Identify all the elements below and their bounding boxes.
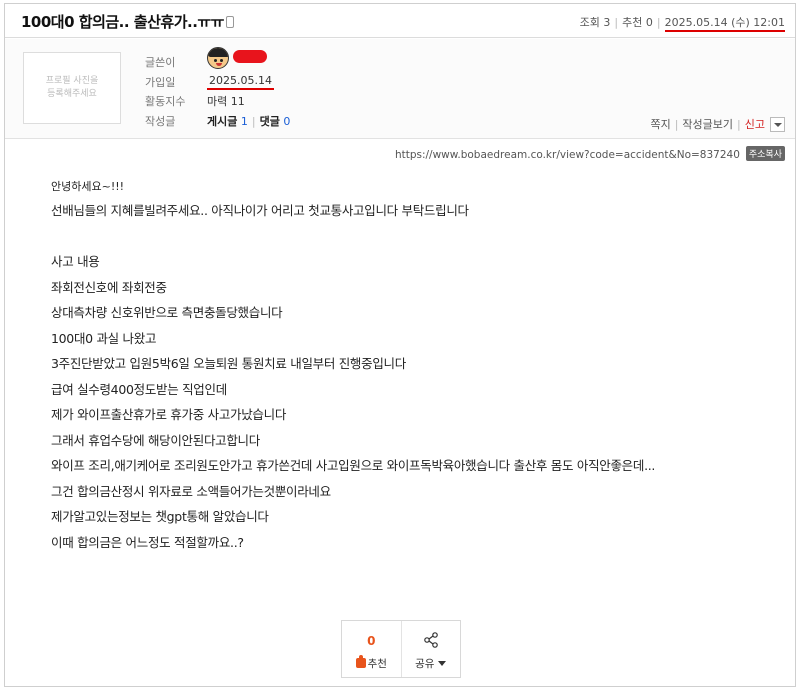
- meta-divider: |: [656, 16, 661, 29]
- body-line: 그래서 휴업수당에 해당이안된다고합니다: [51, 432, 260, 448]
- mobile-icon: [226, 16, 234, 28]
- share-button[interactable]: 공유: [400, 621, 461, 677]
- body-line: 100대0 과실 나왔고: [51, 330, 157, 346]
- body-line: 와이프 조리,애기케어로 조리원도안가고 휴가쓴건데 사고입원으로 와이프독박육…: [51, 458, 656, 473]
- posts-text[interactable]: 게시글: [207, 115, 237, 128]
- recommend-counter: 0: [367, 634, 376, 648]
- actions-divider: |: [674, 117, 679, 131]
- recommend-button[interactable]: 0 추천: [342, 621, 401, 677]
- actions-divider: |: [737, 117, 741, 131]
- joined-date: 2025.05.14: [207, 74, 274, 90]
- meta-divider: |: [614, 16, 619, 29]
- posts-count[interactable]: 1: [241, 115, 248, 128]
- body-line: 급여 실수령400정도받는 직업인데: [51, 381, 227, 397]
- posts-label: 작성글: [145, 114, 176, 128]
- post-meta: 조회 3 | 추천 0 | 2025.05.14 (수) 12:01: [579, 14, 785, 32]
- message-link[interactable]: 쪽지: [650, 116, 670, 132]
- recommend-label: 추천: [342, 655, 401, 671]
- post-title-text: 100대0 합의금.. 출산휴가..ㅠㅠ: [21, 13, 225, 31]
- activity-label: 활동지수: [145, 95, 186, 108]
- body-line: 좌회전신호에 좌회전중: [51, 279, 167, 295]
- profile-photo-text: 프로필 사진을 등록해주세요: [45, 76, 99, 99]
- activity-value: 마력 11: [207, 95, 245, 108]
- view-posts-link[interactable]: 작성글보기: [682, 116, 733, 132]
- author-actions: 쪽지 | 작성글보기 | 신고: [650, 116, 785, 132]
- share-text: 공유: [415, 658, 435, 670]
- recommend-text: 추천: [367, 658, 387, 670]
- body-line: 상대측차량 신호위반으로 측면충돌당했습니다: [51, 305, 283, 320]
- post-body: 안녕하세요~!!! 선배님들의 지혜를빌려주세요.. 아직나이가 어리고 첫교통…: [51, 180, 771, 559]
- vote-box: 0 추천 공유: [341, 620, 461, 678]
- body-line: 그건 합의금산정시 위자료로 소액들어가는것뿐이라네요: [51, 483, 331, 499]
- post-title-bar: 100대0 합의금.. 출산휴가..ㅠㅠ 조회 3 | 추천 0 | 2025.05.1…: [5, 4, 795, 38]
- avatar-icon[interactable]: [207, 47, 229, 69]
- post-url[interactable]: https://www.bobaedream.co.kr/view?code=a…: [395, 149, 740, 161]
- body-line: 3주진단받았고 입원5박6일 오늘퇴원 통원치료 내일부터 진행중입니다: [51, 356, 406, 371]
- comments-count[interactable]: 0: [283, 115, 290, 128]
- post-title: 100대0 합의금.. 출산휴가..ㅠㅠ: [21, 11, 234, 32]
- stats-divider: |: [251, 114, 256, 128]
- redacted-nickname: [233, 50, 267, 63]
- body-line: 제가 와이프출산휴가로 휴가중 사고가났습니다: [51, 407, 287, 422]
- author-profile: 프로필 사진을 등록해주세요 글쓴이 가입일 2025.05.14 활동지수 마…: [5, 39, 795, 139]
- comments-text[interactable]: 댓글: [260, 115, 280, 128]
- body-blank-line: [51, 228, 771, 254]
- body-greeting: 안녕하세요~!!!: [51, 180, 125, 193]
- chevron-down-icon: [438, 661, 447, 666]
- post-datetime: 2025.05.14 (수) 12:01: [664, 16, 785, 32]
- writer-label: 글쓴이: [145, 56, 176, 69]
- joined-label: 가입일: [145, 75, 176, 89]
- posts-stats: 게시글 1 | 댓글 0: [207, 113, 290, 129]
- report-link[interactable]: 신고: [745, 116, 765, 132]
- recommend-count: 추천 0: [622, 16, 653, 29]
- body-line: 제가알고있는정보는 챗gpt통해 알았습니다: [51, 509, 269, 524]
- share-icon: [423, 632, 438, 648]
- body-line: 사고 내용: [51, 254, 100, 269]
- more-dropdown-button[interactable]: [770, 116, 785, 132]
- body-line: 이때 합의금은 어느정도 적절할까요..?: [51, 534, 244, 550]
- post-frame: 100대0 합의금.. 출산휴가..ㅠㅠ 조회 3 | 추천 0 | 2025.05.1…: [4, 3, 796, 687]
- profile-photo-placeholder: 프로필 사진을 등록해주세요: [23, 52, 121, 124]
- body-line: 선배님들의 지혜를빌려주세요.. 아직나이가 어리고 첫교통사고입니다 부탁드립…: [51, 203, 469, 218]
- thumbs-up-icon: [355, 655, 366, 668]
- share-label: 공유: [402, 656, 461, 671]
- post-url-line: https://www.bobaedream.co.kr/view?code=a…: [395, 146, 785, 161]
- views-count: 조회 3: [579, 16, 611, 29]
- copy-url-button[interactable]: 주소복사: [745, 146, 785, 161]
